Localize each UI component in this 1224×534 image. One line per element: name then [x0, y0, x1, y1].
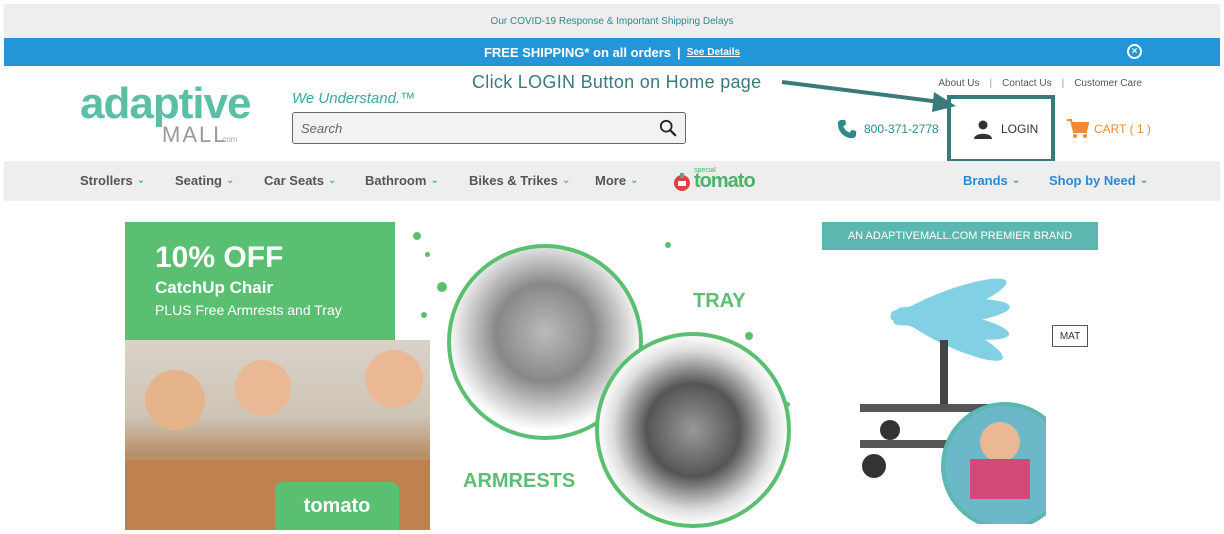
- walker-product-image: [860, 278, 1069, 530]
- contact-us-link[interactable]: Contact Us: [1002, 78, 1051, 89]
- nav-label: Brands: [963, 173, 1008, 188]
- premier-brand-header: AN ADAPTIVEMALL.COM PREMIER BRAND: [822, 222, 1098, 250]
- logo-dotcom: .com: [220, 135, 238, 144]
- nav-label: Bathroom: [365, 173, 427, 188]
- search-box: [292, 112, 686, 144]
- logo-word: adaptive: [80, 79, 252, 128]
- utility-separator: |: [989, 78, 993, 89]
- cart-icon: [1067, 119, 1090, 138]
- site-logo[interactable]: adaptive MALL .com: [80, 79, 252, 152]
- chevron-down-icon: ⌄: [1139, 175, 1149, 186]
- nav-item-strollers[interactable]: Strollers ⌄: [80, 173, 145, 188]
- paint-splat: [665, 242, 671, 248]
- shipping-separator: |: [677, 44, 681, 60]
- promo-headline: 10% OFF: [155, 241, 284, 274]
- see-details-link[interactable]: See Details: [687, 47, 740, 58]
- login-highlight-box: LOGIN: [947, 95, 1055, 163]
- chevron-down-icon: ⌄: [430, 175, 439, 186]
- nav-item-shop-by-need[interactable]: Shop by Need ⌄: [1049, 173, 1148, 188]
- promo-text-box: 10% OFF CatchUp Chair PLUS Free Armrests…: [125, 222, 395, 340]
- tomato-badge: tomato: [275, 482, 399, 530]
- paint-splat: [413, 232, 421, 240]
- nav-item-bathroom[interactable]: Bathroom ⌄: [365, 173, 439, 188]
- phone-number: 800-371-2778: [864, 122, 939, 136]
- tomato-icon: [674, 172, 690, 191]
- about-us-link[interactable]: About Us: [938, 78, 979, 89]
- shipping-banner: FREE SHIPPING* on all orders | See Detai…: [4, 38, 1220, 66]
- phone-icon: [837, 119, 857, 139]
- paint-splat: [425, 252, 430, 257]
- customer-care-link[interactable]: Customer Care: [1074, 78, 1142, 89]
- chevron-down-icon: ⌄: [327, 175, 337, 186]
- mat-tag: MAT: [1052, 325, 1088, 347]
- logo-mall: MALL: [162, 122, 228, 147]
- covid-notice[interactable]: Our COVID-19 Response & Important Shippi…: [4, 4, 1220, 38]
- paint-splat: [745, 332, 753, 340]
- chevron-down-icon: ⌄: [225, 175, 235, 186]
- chevron-down-icon: ⌄: [561, 175, 571, 186]
- user-icon: [974, 120, 992, 139]
- nav-label: More: [595, 173, 627, 188]
- utility-separator: |: [1061, 78, 1065, 89]
- special-tomato-logo[interactable]: tomato special: [672, 167, 756, 193]
- nav-item-more[interactable]: More ⌄: [595, 173, 638, 188]
- phone-link[interactable]: 800-371-2778: [836, 118, 939, 140]
- search-input[interactable]: [293, 113, 633, 143]
- utility-links: About Us | Contact Us | Customer Care: [938, 78, 1142, 89]
- chevron-down-icon: ⌄: [1011, 175, 1021, 186]
- nav-label: Bikes & Trikes: [469, 173, 558, 188]
- tomato-special-text: special: [694, 167, 716, 174]
- paint-splat: [421, 312, 427, 318]
- annotation-arrow-icon: [781, 80, 956, 112]
- nav-item-seating[interactable]: Seating ⌄: [175, 173, 234, 188]
- nav-label: Seating: [175, 173, 222, 188]
- paint-splat: [437, 282, 447, 292]
- kids-photo: tomato: [125, 340, 430, 530]
- tutorial-annotation: Click LOGIN Button on Home page: [472, 72, 762, 92]
- main-nav: Strollers ⌄ Seating ⌄ Car Seats ⌄ Bathroom ⌄…: [4, 161, 1220, 201]
- nav-label: Strollers: [80, 173, 133, 188]
- tray-label: TRAY: [693, 290, 746, 312]
- login-label: LOGIN: [1001, 122, 1039, 136]
- chair-tray-image: [595, 332, 791, 528]
- premier-brand-image[interactable]: [840, 254, 1069, 530]
- login-button[interactable]: LOGIN: [973, 119, 1038, 139]
- nav-label: Shop by Need: [1049, 173, 1136, 188]
- shipping-text: FREE SHIPPING* on all orders: [483, 44, 672, 60]
- cart-link[interactable]: CART ( 1 ): [1066, 118, 1151, 140]
- kid-face: [365, 350, 423, 408]
- nav-item-car-seats[interactable]: Car Seats ⌄: [264, 173, 336, 188]
- promo-product: CatchUp Chair: [155, 278, 274, 297]
- kid-face: [235, 360, 291, 416]
- nav-item-bikes-trikes[interactable]: Bikes & Trikes ⌄: [469, 173, 570, 188]
- nav-item-brands[interactable]: Brands ⌄: [963, 173, 1020, 188]
- chevron-down-icon: ⌄: [630, 175, 639, 186]
- nav-label: Car Seats: [264, 173, 324, 188]
- tagline: We Understand.™: [292, 90, 416, 107]
- page-frame: Our COVID-19 Response & Important Shippi…: [4, 4, 1220, 530]
- covid-notice-link[interactable]: Our COVID-19 Response & Important Shippi…: [491, 16, 734, 27]
- kid-face: [145, 370, 205, 430]
- search-icon[interactable]: [659, 119, 677, 137]
- promo-subline: PLUS Free Armrests and Tray: [155, 302, 342, 318]
- cart-label: CART ( 1 ): [1094, 122, 1151, 136]
- chevron-down-icon: ⌄: [136, 175, 146, 186]
- armrests-label: ARMRESTS: [463, 470, 576, 492]
- close-icon[interactable]: ×: [1127, 44, 1142, 59]
- promo-banner[interactable]: 10% OFF CatchUp Chair PLUS Free Armrests…: [125, 222, 807, 530]
